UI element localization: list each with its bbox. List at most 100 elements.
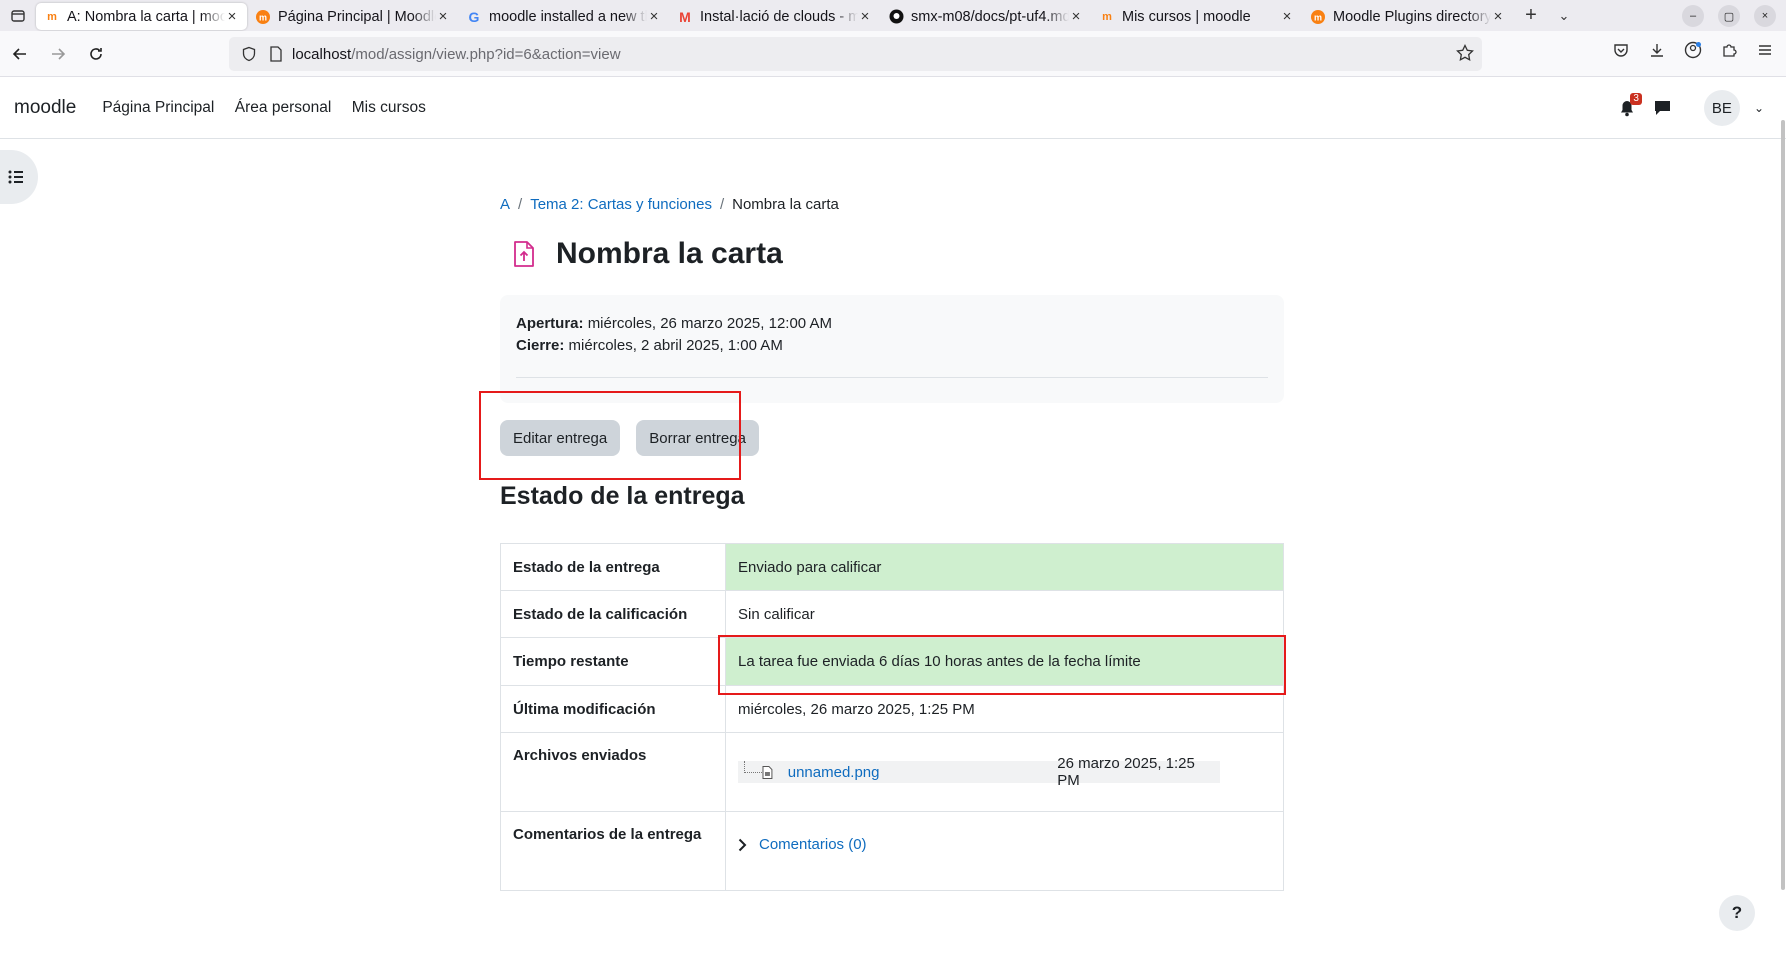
row-label: Comentarios de la entrega — [500, 811, 726, 891]
assignment-upload-icon — [514, 241, 534, 267]
browser-tab[interactable]: m Moodle Plugins directory × — [1302, 3, 1513, 30]
user-avatar[interactable]: BE — [1703, 90, 1740, 126]
tab-overview-button[interactable] — [0, 0, 36, 31]
open-date-label: Apertura: — [516, 315, 584, 332]
chevron-right-icon — [738, 838, 747, 851]
notifications-bell-icon[interactable]: 3 — [1616, 93, 1642, 119]
browser-toolbar-right — [1610, 39, 1776, 61]
submission-comments-cell: Comentarios (0) — [725, 811, 1284, 891]
course-index-drawer-toggle[interactable] — [0, 150, 38, 204]
tab-title: moodle installed a new theme — [489, 8, 647, 25]
bookmark-star-icon[interactable] — [1456, 44, 1474, 62]
browser-tab[interactable]: M Instal·lació de clouds - mail × — [669, 3, 880, 30]
tab-close-icon[interactable]: × — [858, 8, 872, 25]
page-title: Nombra la carta — [556, 237, 783, 270]
tab-title: Mis cursos | moodle — [1122, 8, 1251, 25]
list-all-tabs-chevron-icon[interactable]: ⌄ — [1549, 8, 1579, 24]
page-header: Nombra la carta — [512, 237, 783, 271]
account-icon[interactable] — [1682, 39, 1704, 61]
submission-status-heading: Estado de la entrega — [500, 482, 745, 510]
user-menu-area: 3 BE ⌄ — [1616, 90, 1764, 126]
help-question-icon[interactable]: ? — [1719, 895, 1755, 931]
google-g-icon: G — [468, 8, 480, 25]
browser-tab[interactable]: smx-m08/docs/pt-uf4.md × — [880, 3, 1091, 30]
row-label: Última modificación — [500, 685, 726, 733]
page-scrollbar[interactable] — [1781, 120, 1785, 890]
row-label: Estado de la entrega — [500, 543, 726, 591]
close-date-value: miércoles, 2 abril 2025, 1:00 AM — [568, 337, 783, 354]
file-date: 26 marzo 2025, 1:25 PM — [1057, 755, 1195, 789]
tab-close-icon[interactable]: × — [1069, 8, 1083, 25]
moodle-org-icon: m — [255, 9, 271, 25]
table-row: Comentarios de la entrega Comentarios (0… — [500, 811, 1284, 891]
url-host: localhost — [292, 45, 352, 63]
moodle-m-icon: m — [1102, 10, 1112, 23]
image-file-icon — [762, 765, 773, 779]
grading-status-value: Sin calificar — [725, 590, 1284, 638]
submission-status-table: Estado de la entrega Enviado para califi… — [500, 543, 1284, 891]
tracking-shield-icon[interactable] — [241, 46, 257, 62]
breadcrumb: A / Tema 2: Cartas y funciones / Nombra la c… — [500, 196, 839, 213]
comments-toggle[interactable]: Comentarios (0) — [738, 836, 1271, 853]
moodle-org-icon: m — [1310, 9, 1326, 25]
tab-title: Moodle Plugins directory — [1333, 8, 1491, 25]
tab-close-icon[interactable]: × — [1491, 8, 1505, 25]
svg-text:m: m — [259, 12, 267, 22]
tab-close-icon[interactable]: × — [225, 8, 239, 25]
divider — [516, 377, 1268, 378]
tab-title: Instal·lació de clouds - mail — [700, 8, 858, 25]
user-menu-chevron-down-icon[interactable]: ⌄ — [1754, 101, 1764, 115]
restore-icon[interactable]: ▢ — [1718, 5, 1740, 27]
browser-tab[interactable]: m Mis cursos | moodle × — [1091, 3, 1302, 30]
back-arrow-icon[interactable] — [2, 36, 38, 72]
browser-tab-active[interactable]: m A: Nombra la carta | moodle × — [36, 3, 247, 30]
table-row: Estado de la entrega Enviado para califi… — [500, 543, 1284, 591]
moodle-header: moodle Página Principal Área personal Mi… — [0, 78, 1786, 139]
breadcrumb-section-link[interactable]: Tema 2: Cartas y funciones — [530, 196, 712, 213]
tab-close-icon[interactable]: × — [647, 8, 661, 25]
row-label: Estado de la calificación — [500, 590, 726, 638]
tree-connector — [744, 761, 762, 773]
gmail-icon: M — [679, 8, 691, 25]
new-tab-icon[interactable]: + — [1513, 4, 1549, 27]
close-date-label: Cierre: — [516, 337, 565, 354]
site-brand[interactable]: moodle — [14, 97, 76, 119]
comments-link[interactable]: Comentarios (0) — [759, 836, 867, 853]
file-submissions-cell: unnamed.png 26 marzo 2025, 1:25 PM — [725, 732, 1284, 812]
table-row: Estado de la calificación Sin calificar — [500, 590, 1284, 638]
file-tree-item: unnamed.png 26 marzo 2025, 1:25 PM — [738, 755, 1220, 789]
submission-status-value: Enviado para calificar — [725, 543, 1284, 591]
submitted-file-link[interactable]: unnamed.png — [788, 764, 1058, 781]
open-date-value: miércoles, 26 marzo 2025, 12:00 AM — [587, 315, 832, 332]
app-menu-hamburger-icon[interactable] — [1754, 39, 1776, 61]
row-label: Archivos enviados — [500, 732, 726, 812]
annotation-highlight-buttons — [479, 391, 741, 480]
moodle-m-icon: m — [47, 10, 57, 23]
primary-navigation: Página Principal Área personal Mis curso… — [94, 99, 434, 117]
messages-chat-icon[interactable] — [1652, 97, 1674, 119]
extensions-puzzle-icon[interactable] — [1718, 39, 1740, 61]
breadcrumb-course-link[interactable]: A — [500, 196, 510, 213]
browser-tab[interactable]: G moodle installed a new theme × — [458, 3, 669, 30]
reload-icon[interactable] — [78, 36, 114, 72]
minimize-icon[interactable]: – — [1682, 5, 1704, 27]
nav-home-link[interactable]: Página Principal — [102, 99, 214, 116]
close-window-icon[interactable]: × — [1754, 5, 1776, 27]
svg-text:m: m — [1314, 12, 1322, 22]
list-icon — [8, 170, 23, 184]
github-icon — [888, 9, 904, 25]
browser-tab[interactable]: m Página Principal | Moodle × — [247, 3, 458, 30]
address-bar[interactable]: localhost/mod/assign/view.php?id=6&actio… — [229, 37, 1482, 71]
downloads-icon[interactable] — [1646, 39, 1668, 61]
browser-tab-strip: m A: Nombra la carta | moodle × m Página… — [0, 0, 1786, 31]
pocket-icon[interactable] — [1610, 39, 1632, 61]
tab-close-icon[interactable]: × — [436, 8, 450, 25]
page-icon[interactable] — [269, 46, 283, 62]
nav-my-courses-link[interactable]: Mis cursos — [352, 99, 426, 116]
tab-title: smx-m08/docs/pt-uf4.md — [911, 8, 1069, 25]
forward-arrow-icon[interactable] — [40, 36, 76, 72]
nav-dashboard-link[interactable]: Área personal — [235, 99, 332, 116]
notification-count-badge: 3 — [1630, 93, 1642, 105]
tab-title: A: Nombra la carta | moodle — [67, 8, 225, 25]
tab-close-icon[interactable]: × — [1280, 8, 1294, 25]
